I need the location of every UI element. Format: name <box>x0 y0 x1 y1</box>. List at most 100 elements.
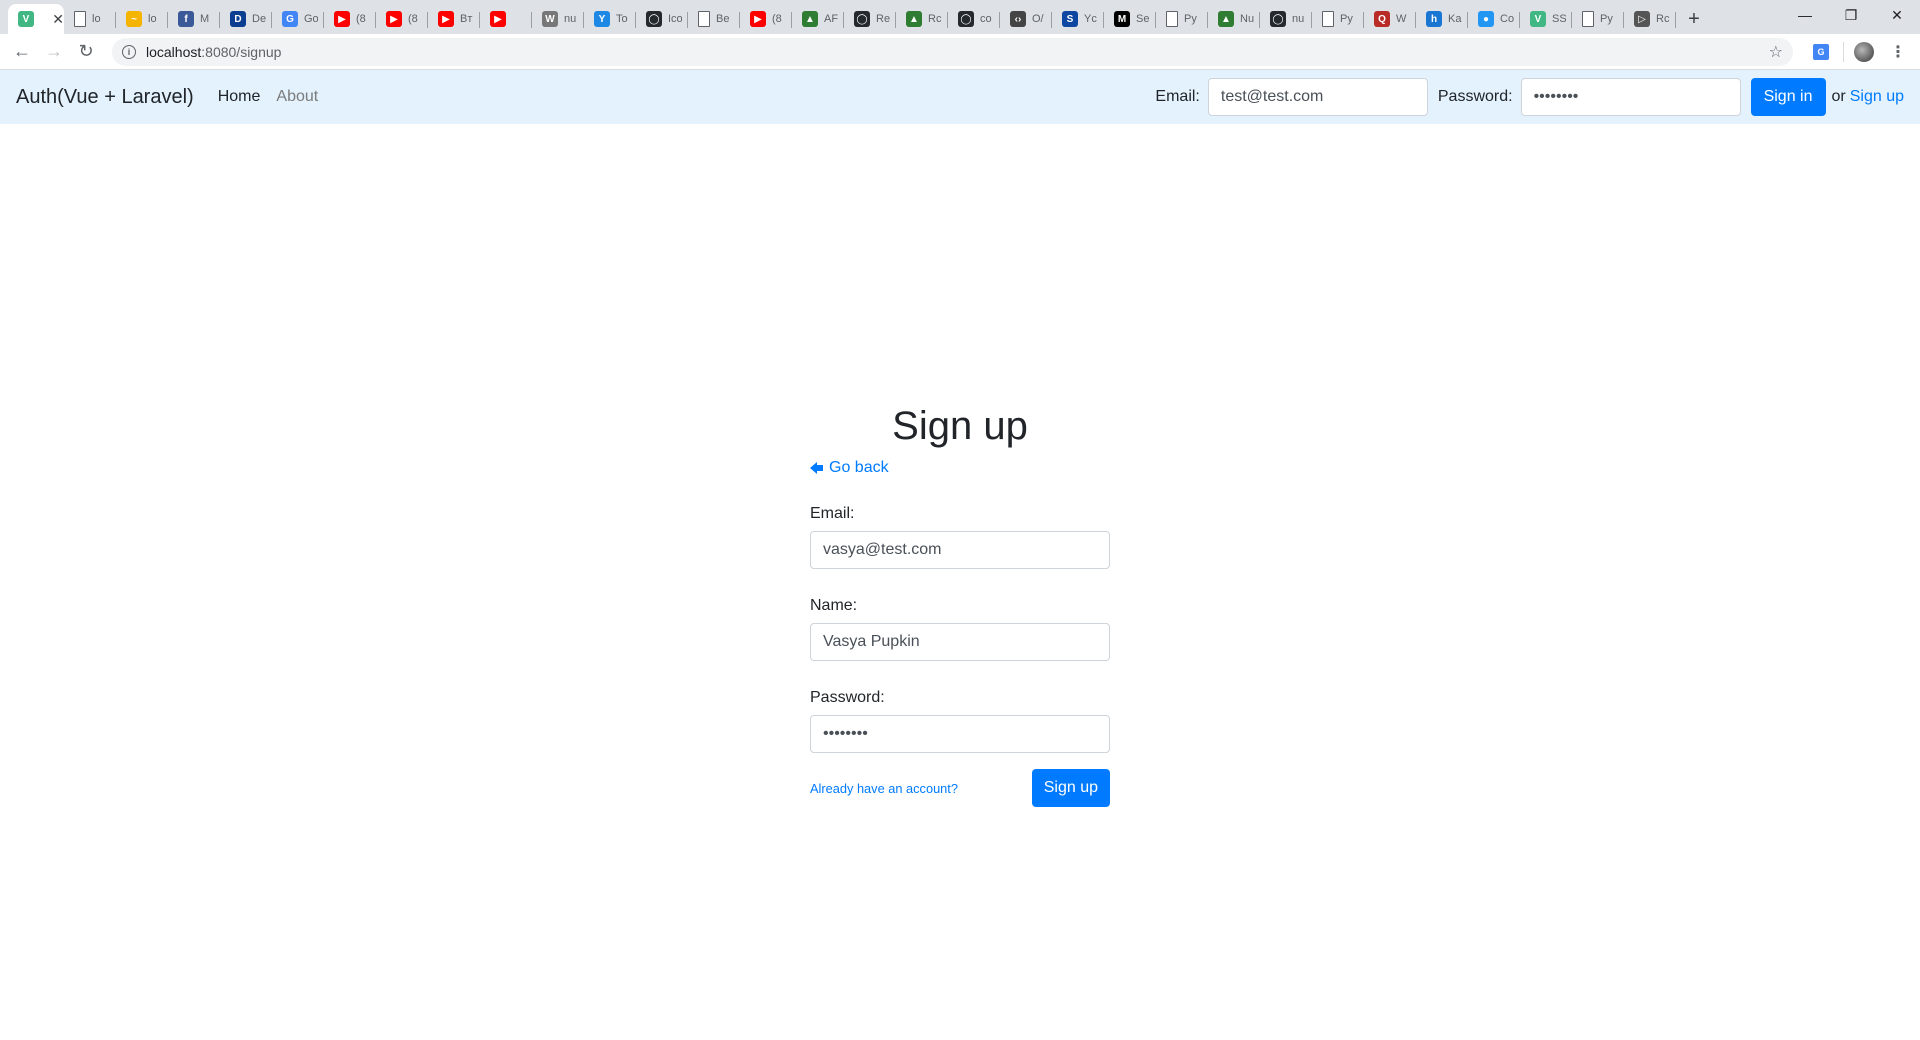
translate-icon: G <box>1813 43 1829 60</box>
browser-tab[interactable]: ▲ Nu <box>1208 4 1260 34</box>
browser-tab[interactable]: V SS <box>1520 4 1572 34</box>
browser-tab[interactable]: ● Co <box>1468 4 1520 34</box>
tab-favicon-icon: W <box>542 11 558 27</box>
browser-tab[interactable]: ▶ (8 <box>376 4 428 34</box>
name-field[interactable] <box>810 623 1110 661</box>
browser-tab[interactable]: Py <box>1156 4 1208 34</box>
tab-title: Bт <box>460 13 473 25</box>
reload-button[interactable]: ↻ <box>72 38 100 66</box>
tab-title: W <box>1396 13 1407 25</box>
password-label: Password: <box>810 689 885 706</box>
tab-favicon-icon: ▶ <box>490 11 506 27</box>
nav-email-label: Email: <box>1155 88 1200 105</box>
nav-signup-link[interactable]: Sign up <box>1850 88 1904 106</box>
tab-favicon-icon: f <box>178 11 194 27</box>
browser-tab[interactable]: ‹› O/ <box>1000 4 1052 34</box>
browser-tab[interactable]: ▷ Rc <box>1624 4 1676 34</box>
nav-about-link[interactable]: About <box>276 88 318 106</box>
restore-button[interactable]: ❐ <box>1828 0 1874 30</box>
browser-tab[interactable]: Py <box>1312 4 1364 34</box>
browser-tab[interactable]: ◯ co <box>948 4 1000 34</box>
arrow-right-icon: → <box>45 41 63 61</box>
go-back-link[interactable]: Go back <box>810 459 1110 477</box>
form-footer: Already have an account? Sign up <box>810 769 1110 807</box>
browser-tab[interactable]: ▶ (8 <box>740 4 792 34</box>
tab-favicon-icon: ◯ <box>958 11 974 27</box>
or-text: or <box>1831 88 1846 105</box>
browser-tab[interactable]: M Se <box>1104 4 1156 34</box>
browser-tab[interactable]: ◯ nu <box>1260 4 1312 34</box>
browser-tab[interactable]: S Yc <box>1052 4 1104 34</box>
browser-tab[interactable]: QW <box>1364 4 1416 34</box>
tab-favicon-icon: ● <box>1478 11 1494 27</box>
signup-submit-button[interactable]: Sign up <box>1031 769 1110 807</box>
translate-button[interactable]: G <box>1807 38 1835 66</box>
tab-favicon-icon: ▷ <box>1634 11 1650 27</box>
browser-tab[interactable]: ◯ Re <box>844 4 896 34</box>
tab-favicon-icon: ▶ <box>438 11 454 27</box>
profile-button[interactable] <box>1850 38 1878 66</box>
nav-password-input[interactable] <box>1520 78 1741 116</box>
nav-home-link[interactable]: Home <box>218 88 261 106</box>
browser-tab[interactable]: ▶ <box>480 4 532 34</box>
email-field[interactable] <box>810 531 1110 569</box>
tab-title: SS <box>1552 13 1566 25</box>
tab-close-icon[interactable]: ✕ <box>52 11 64 28</box>
tab-title: Yc <box>1084 13 1097 25</box>
new-tab-button[interactable]: + <box>1676 4 1712 34</box>
tab-title: De <box>252 13 266 25</box>
browser-tab[interactable]: Y To <box>584 4 636 34</box>
signup-form: Sign up Go back Email: Name: Password: A… <box>810 404 1110 807</box>
browser-tabstrip: V ✕ lo ~ lo f M D De G Go ▶ (8 ▶ (8 ▶ Bт ▶ Wnu Y To ◯ Ico Be ▶ (8… <box>0 0 1920 34</box>
signin-button[interactable]: Sign in <box>1750 78 1826 116</box>
browser-tab[interactable]: Py <box>1572 4 1624 34</box>
tab-title: (8 <box>772 13 782 25</box>
forward-button[interactable]: → <box>40 38 68 66</box>
tab-favicon-icon: ~ <box>126 11 142 27</box>
page-title: Sign up <box>892 404 1028 448</box>
browser-tab[interactable]: ▶ Bт <box>428 4 480 34</box>
close-window-button[interactable]: ✕ <box>1874 0 1920 30</box>
tab-title: Py <box>1340 13 1353 25</box>
site-info-icon[interactable]: i <box>122 44 136 59</box>
browser-tab[interactable]: ◯ Ico <box>636 4 688 34</box>
browser-tab[interactable]: h Ka <box>1416 4 1468 34</box>
browser-tab[interactable]: D De <box>220 4 272 34</box>
browser-tab[interactable]: ▶ (8 <box>324 4 376 34</box>
browser-tab[interactable]: V ✕ <box>8 4 64 34</box>
browser-tab[interactable]: ~ lo <box>116 4 168 34</box>
tab-favicon-icon <box>698 11 710 27</box>
tab-title: Ka <box>1448 13 1462 25</box>
tab-title: (8 <box>356 13 366 25</box>
tab-favicon-icon: Y <box>594 11 610 27</box>
already-have-account-link[interactable]: Already have an account? <box>810 781 958 796</box>
tab-favicon-icon: ‹› <box>1010 11 1026 27</box>
browser-tab[interactable]: ▲ Rc <box>896 4 948 34</box>
tab-title: AF <box>824 13 838 25</box>
kebab-menu-icon: ⋮ <box>1890 43 1906 61</box>
browser-tab[interactable]: lo <box>64 4 116 34</box>
browser-menu-button[interactable]: ⋮ <box>1884 38 1912 66</box>
browser-tab[interactable]: Wnu <box>532 4 584 34</box>
browser-tab[interactable]: ▲ AF <box>792 4 844 34</box>
address-bar[interactable]: i localhost:8080/signup ☆ <box>112 37 1793 66</box>
minimize-button[interactable]: — <box>1782 0 1828 30</box>
email-label: Email: <box>810 505 855 522</box>
url-path: :8080/signup <box>201 43 282 60</box>
browser-tab[interactable]: G Go <box>272 4 324 34</box>
tab-favicon-icon: S <box>1062 11 1078 27</box>
tab-title: lo <box>92 13 101 25</box>
reload-icon: ↻ <box>78 41 94 61</box>
browser-tab[interactable]: fM <box>168 4 220 34</box>
tab-title: Be <box>716 13 730 25</box>
tab-title: Nu <box>1240 13 1254 25</box>
browser-tab[interactable]: Be <box>688 4 740 34</box>
back-button[interactable]: ← <box>8 38 36 66</box>
tab-title: Rc <box>928 13 942 25</box>
nav-email-input[interactable] <box>1207 78 1428 116</box>
tab-favicon-icon: ▲ <box>1218 11 1234 27</box>
brand-title[interactable]: Auth(Vue + Laravel) <box>16 86 194 109</box>
bookmark-star-icon[interactable]: ☆ <box>1769 42 1783 62</box>
tab-title: Py <box>1600 13 1613 25</box>
password-field[interactable] <box>810 715 1110 753</box>
